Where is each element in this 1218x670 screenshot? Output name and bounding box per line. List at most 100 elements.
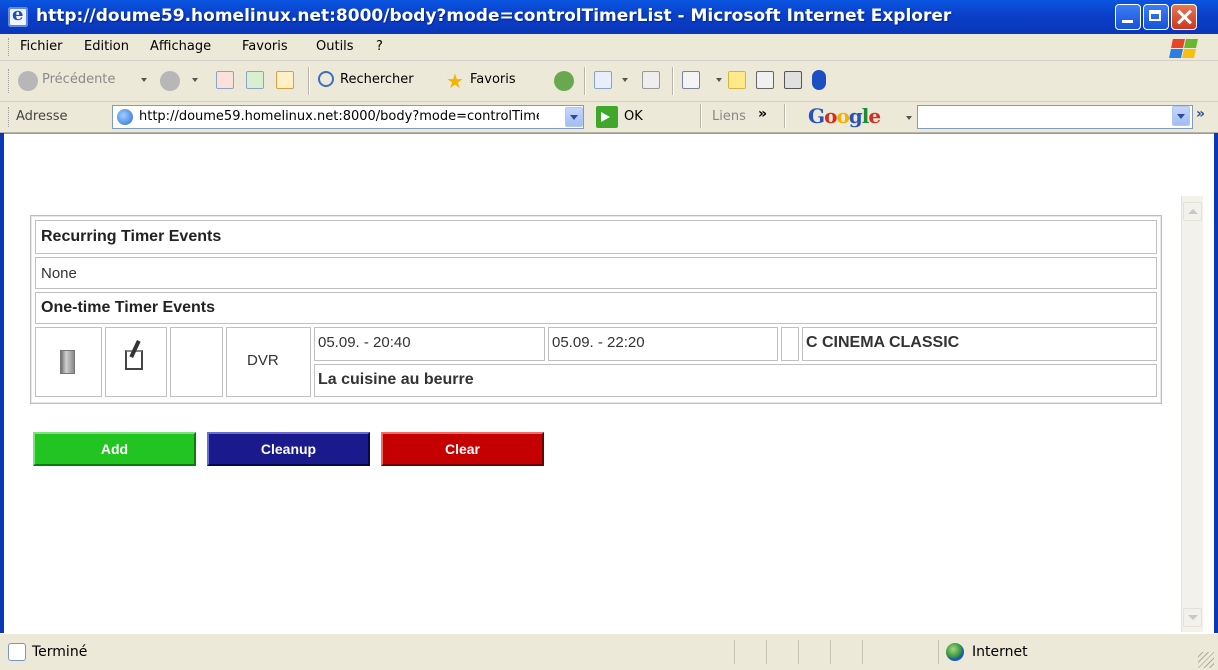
status-pane — [938, 640, 940, 664]
back-button[interactable]: Précédente — [18, 69, 147, 93]
menu-help[interactable]: ? — [376, 39, 383, 54]
page-icon — [117, 109, 133, 125]
favorites-button[interactable]: ★ Favoris — [446, 69, 546, 93]
status-pane — [734, 640, 765, 664]
back-label: Précédente — [42, 72, 116, 87]
menu-fichier[interactable]: Fichier — [20, 39, 63, 54]
star-icon: ★ — [446, 69, 464, 93]
google-search-dropdown-icon[interactable] — [1172, 106, 1190, 126]
window-border-right — [1214, 133, 1218, 633]
standard-toolbar: Précédente Rechercher ★ Favoris — [0, 61, 1218, 102]
page-done-icon — [8, 643, 26, 661]
menu-bar: Fichier Edition Affichage Favoris Outils… — [0, 34, 1218, 61]
back-dropdown-icon — [141, 78, 147, 82]
word-dropdown-icon — [716, 78, 722, 82]
history-icon — [554, 71, 574, 91]
forward-arrow-icon — [160, 71, 180, 91]
add-button[interactable]: Add — [33, 432, 196, 466]
recurring-header: Recurring Timer Events — [35, 220, 1157, 254]
forward-button[interactable] — [160, 69, 200, 93]
edit-cell[interactable] — [105, 327, 167, 397]
search-icon — [318, 71, 334, 87]
research-icon — [784, 71, 802, 89]
search-label: Rechercher — [340, 72, 414, 87]
scroll-down-button[interactable] — [1183, 608, 1202, 627]
recurring-header-text: Recurring Timer Events — [41, 228, 222, 245]
maximize-button[interactable] — [1143, 4, 1169, 30]
forward-dropdown-icon — [192, 78, 198, 82]
bluetooth-icon — [812, 70, 826, 90]
google-search-input[interactable] — [917, 105, 1193, 129]
google-dropdown-icon[interactable] — [906, 116, 912, 120]
window-border-left — [0, 133, 4, 633]
word-icon — [682, 71, 700, 89]
refresh-icon — [246, 71, 264, 89]
timer-channel: C CINEMA CLASSIC — [806, 334, 960, 351]
status-pane — [798, 640, 829, 664]
onetime-header: One-time Timer Events — [35, 292, 1157, 324]
timer-title: La cuisine au beurre — [318, 371, 474, 388]
windows-logo-icon — [1168, 38, 1200, 60]
search-button[interactable]: Rechercher — [318, 69, 436, 93]
type-cell: DVR — [226, 327, 311, 397]
links-label[interactable]: Liens — [712, 109, 746, 124]
scroll-up-button[interactable] — [1183, 202, 1202, 221]
menu-favoris[interactable]: Favoris — [242, 39, 288, 54]
cleanup-button[interactable]: Cleanup — [207, 432, 370, 466]
addressbar-separator — [784, 104, 786, 128]
stop-icon — [216, 71, 234, 89]
onetime-header-text: One-time Timer Events — [41, 299, 215, 316]
notes-button[interactable] — [728, 69, 750, 93]
status-pane — [830, 640, 861, 664]
google-toolbar-logo[interactable]: Google — [808, 104, 881, 128]
resize-grip[interactable] — [1198, 652, 1214, 668]
print-icon — [642, 71, 660, 89]
print-button[interactable] — [642, 69, 664, 93]
toolbar-grip — [8, 69, 11, 93]
bluetooth-button[interactable] — [812, 69, 832, 93]
links-chevron[interactable]: » — [758, 106, 767, 122]
google-chevron[interactable]: » — [1196, 106, 1205, 122]
history-button[interactable] — [554, 69, 576, 93]
flag-cell — [781, 327, 799, 361]
home-icon — [276, 71, 294, 89]
toolbar-separator — [584, 67, 586, 95]
mail-dropdown-icon — [622, 78, 628, 82]
messenger-button[interactable] — [756, 69, 778, 93]
address-dropdown-icon[interactable] — [565, 107, 583, 127]
mail-button[interactable] — [594, 69, 634, 93]
timer-table: Recurring Timer Events None One-time Tim… — [30, 215, 1162, 404]
start-cell: 05.09. - 20:40 — [314, 327, 545, 361]
close-button[interactable] — [1171, 4, 1197, 30]
address-field[interactable]: http://doume59.homelinux.net:8000/body?m… — [112, 105, 584, 129]
word-button[interactable] — [682, 69, 722, 93]
addressbar-separator — [700, 104, 702, 128]
menu-affichage[interactable]: Affichage — [150, 39, 211, 54]
back-arrow-icon — [18, 71, 38, 91]
clear-button[interactable]: Clear — [381, 432, 544, 466]
minimize-button[interactable] — [1115, 4, 1141, 30]
addressbar-grip — [8, 107, 11, 127]
page-icon — [756, 71, 774, 89]
toolbar-separator — [672, 67, 674, 95]
delete-cell[interactable] — [35, 327, 102, 397]
timer-type: DVR — [247, 352, 279, 369]
recurring-none-text: None — [41, 265, 77, 282]
timer-end: 05.09. - 22:20 — [552, 334, 645, 351]
browser-window: http://doume59.homelinux.net:8000/body?m… — [0, 0, 1218, 670]
security-zone-text: Internet — [972, 644, 1028, 660]
research-button[interactable] — [784, 69, 806, 93]
address-url[interactable]: http://doume59.homelinux.net:8000/body?m… — [139, 109, 539, 124]
stop-button[interactable] — [216, 69, 238, 93]
menu-edition[interactable]: Edition — [84, 39, 129, 54]
trash-icon[interactable] — [60, 350, 75, 374]
refresh-button[interactable] — [246, 69, 268, 93]
status-pane — [766, 640, 797, 664]
window-title: http://doume59.homelinux.net:8000/body?m… — [36, 6, 952, 26]
go-button[interactable]: OK — [624, 109, 643, 124]
home-button[interactable] — [274, 69, 300, 93]
menu-outils[interactable]: Outils — [316, 39, 354, 54]
title-cell: La cuisine au beurre — [314, 364, 1157, 397]
vertical-scrollbar[interactable] — [1181, 196, 1203, 632]
go-arrow-icon[interactable] — [596, 106, 618, 128]
